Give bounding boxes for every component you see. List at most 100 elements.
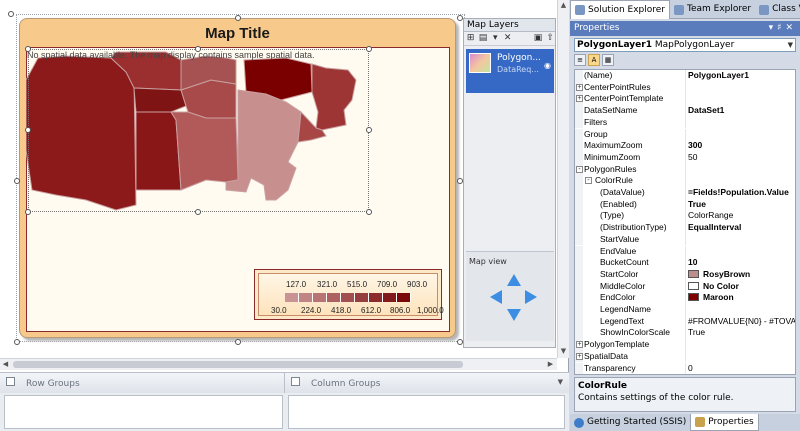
property-value[interactable] (685, 163, 795, 176)
delete-layer-icon[interactable]: ✕ (503, 33, 512, 44)
visibility-icon[interactable]: ◉ (544, 61, 551, 70)
property-row[interactable]: + SpatialData (575, 350, 795, 363)
property-row[interactable]: DataSetName DataSet1 (575, 105, 795, 117)
property-pages-icon[interactable]: ▦ (602, 54, 614, 66)
chevron-down-icon[interactable]: ▼ (788, 39, 793, 51)
property-row[interactable]: Transparency 0 (575, 362, 795, 374)
resize-handle[interactable] (235, 15, 241, 21)
property-row[interactable]: - PolygonRules (575, 163, 795, 176)
resize-handle[interactable] (366, 46, 372, 52)
tab-team-explorer[interactable]: Team Explorer (670, 0, 755, 19)
resize-handle[interactable] (366, 209, 372, 215)
property-row[interactable]: EndColor Maroon (575, 292, 795, 304)
property-row[interactable]: Filters (575, 116, 795, 129)
property-row[interactable]: + CenterPointTemplate (575, 93, 795, 106)
property-row[interactable]: (Name) PolygonLayer1 (575, 70, 795, 82)
expand-icon[interactable]: + (576, 83, 583, 91)
property-value[interactable]: True (685, 198, 795, 211)
resize-handle[interactable] (14, 178, 20, 184)
tab-getting-started[interactable]: Getting Started (SSIS) (570, 414, 690, 431)
scroll-up-icon[interactable]: ▲ (558, 0, 569, 11)
resize-handle[interactable] (366, 127, 372, 133)
property-value[interactable] (685, 304, 795, 316)
property-value[interactable] (685, 116, 795, 129)
property-value[interactable]: No Color (685, 280, 795, 293)
chevron-down-icon[interactable]: ▼ (558, 378, 563, 386)
pan-left-icon[interactable] (490, 290, 502, 304)
property-value[interactable]: 300 (685, 140, 795, 152)
property-value[interactable]: #FROMVALUE{N0} - #TOVALUE (685, 315, 795, 328)
categorized-icon[interactable]: ≡ (574, 54, 586, 66)
horizontal-scrollbar[interactable]: ◀ ▶ (0, 358, 557, 370)
property-value[interactable]: Maroon (685, 292, 795, 304)
collapse-icon[interactable]: - (576, 165, 583, 173)
property-value[interactable] (685, 128, 795, 141)
property-value[interactable]: True (685, 327, 795, 340)
move-up-icon[interactable]: ⇧ (546, 33, 555, 44)
object-selector[interactable]: PolygonLayer1 MapPolygonLayer ▼ (574, 38, 796, 52)
property-value[interactable] (685, 233, 795, 246)
property-row[interactable]: StartValue (575, 233, 795, 246)
property-value[interactable] (685, 93, 795, 106)
color-scale-legend[interactable]: 127.0 321.0 515.0 709.0 903.0 30.0 224.0… (254, 269, 444, 320)
property-row[interactable]: (Type) ColorRange (575, 210, 795, 223)
pan-up-icon[interactable] (507, 274, 521, 286)
property-row[interactable]: MiddleColor No Color (575, 280, 795, 293)
move-handle[interactable] (8, 11, 14, 17)
tab-properties[interactable]: Properties (690, 414, 759, 431)
tab-solution-explorer[interactable]: Solution Explorer (570, 0, 670, 19)
layer-item-polygon[interactable]: Polygon... DataReq... ◉ (466, 49, 554, 93)
property-value[interactable] (685, 245, 795, 258)
property-value[interactable]: 50 (685, 151, 795, 164)
collapse-icon[interactable]: - (585, 177, 592, 185)
property-row[interactable]: BucketCount 10 (575, 257, 795, 269)
resize-handle[interactable] (14, 339, 20, 345)
pan-right-icon[interactable] (525, 290, 537, 304)
property-row[interactable]: + PolygonTemplate (575, 339, 795, 351)
expand-icon[interactable]: + (576, 95, 583, 103)
property-row[interactable]: StartColor RosyBrown (575, 268, 795, 281)
property-row[interactable]: (Enabled) True (575, 198, 795, 211)
expand-icon[interactable]: + (576, 341, 583, 349)
property-value[interactable] (685, 81, 795, 94)
resize-handle[interactable] (25, 46, 31, 52)
property-value[interactable]: DataSet1 (685, 105, 795, 117)
property-row[interactable]: EndValue (575, 245, 795, 258)
map-title[interactable]: Map Title (20, 25, 455, 42)
dropdown-icon[interactable]: ▾ (769, 23, 778, 33)
column-groups-list[interactable] (288, 395, 565, 429)
expand-icon[interactable]: + (576, 352, 583, 360)
property-value[interactable] (685, 175, 795, 187)
layer-menu-icon[interactable]: ▤ (478, 33, 488, 44)
vertical-scrollbar[interactable]: ▲ ▼ (557, 0, 569, 358)
property-value[interactable]: EqualInterval (685, 222, 795, 234)
property-row[interactable]: VisibilityModeVisible (575, 374, 795, 375)
property-value[interactable]: =Fields!Population.Value (685, 187, 795, 199)
property-row[interactable]: MaximumZoom 300 (575, 140, 795, 152)
close-icon[interactable]: ✕ (785, 23, 797, 33)
alphabetical-icon[interactable]: A (588, 54, 600, 66)
property-value[interactable]: 10 (685, 257, 795, 269)
design-surface[interactable]: Map Title No spatial data available. The… (0, 0, 557, 358)
resize-handle[interactable] (25, 209, 31, 215)
row-groups-list[interactable] (4, 395, 283, 429)
property-row[interactable]: - ColorRule (575, 175, 795, 187)
property-row[interactable]: Group (575, 128, 795, 141)
property-value[interactable]: Visible (685, 374, 795, 375)
chevron-down-icon[interactable]: ▾ (491, 33, 500, 44)
property-row[interactable]: ShowInColorScale True (575, 327, 795, 340)
property-value[interactable] (685, 339, 795, 351)
property-value[interactable]: RosyBrown (685, 268, 795, 281)
property-row[interactable]: (DataValue) =Fields!Population.Value (575, 187, 795, 199)
property-value[interactable]: 0 (685, 362, 795, 374)
scroll-left-icon[interactable]: ◀ (0, 359, 11, 370)
property-row[interactable]: (DistributionType) EqualInterval (575, 222, 795, 234)
layer-properties-icon[interactable]: ▣ (533, 33, 543, 44)
property-row[interactable]: + CenterPointRules (575, 81, 795, 94)
pan-down-icon[interactable] (507, 309, 521, 321)
resize-handle[interactable] (195, 46, 201, 52)
property-row[interactable]: LegendText #FROMVALUE{N0} - #TOVALUE (575, 315, 795, 328)
scroll-right-icon[interactable]: ▶ (545, 359, 556, 370)
property-row[interactable]: LegendName (575, 304, 795, 316)
scrollbar-thumb[interactable] (13, 361, 463, 368)
